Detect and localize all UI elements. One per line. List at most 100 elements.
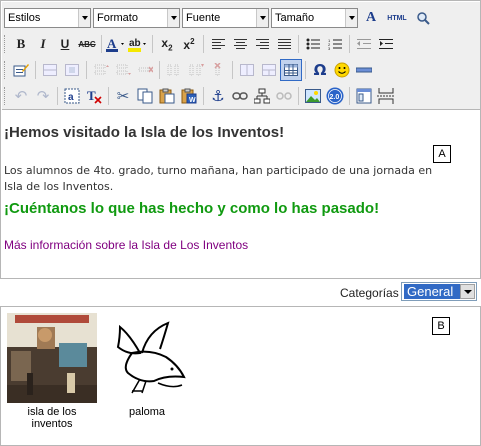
sitemap-icon xyxy=(254,88,270,104)
link-icon xyxy=(232,92,248,100)
italic-icon: I xyxy=(40,36,46,51)
align-left-icon xyxy=(211,39,225,49)
page-break-button[interactable] xyxy=(375,85,397,107)
anchor-icon: ⚓ xyxy=(211,87,225,105)
cut-button[interactable]: ✂ xyxy=(112,85,134,107)
format-combo-label: Formato xyxy=(97,12,138,24)
anchor-button[interactable]: ⚓ xyxy=(207,85,229,107)
gallery-item-paloma[interactable] xyxy=(102,313,192,403)
align-left-button[interactable] xyxy=(207,33,229,55)
row-after-icon xyxy=(116,64,131,75)
italic-button[interactable]: I xyxy=(32,33,54,55)
select-all-icon: a xyxy=(64,88,80,104)
svg-text:T: T xyxy=(87,88,96,103)
gallery-item-isla[interactable] xyxy=(7,313,97,403)
bullet-list-button[interactable] xyxy=(302,33,324,55)
outdent-button[interactable] xyxy=(353,33,375,55)
unlink-button[interactable] xyxy=(273,85,295,107)
insert-image-button[interactable] xyxy=(302,85,324,107)
chevron-down-icon[interactable] xyxy=(460,284,475,299)
row-before-icon xyxy=(94,64,109,75)
delete-row-icon xyxy=(138,66,153,73)
chevron-down-icon xyxy=(167,9,179,27)
delete-row-button[interactable] xyxy=(134,59,156,81)
text-color-icon: A xyxy=(106,36,124,52)
omega-icon: Ω xyxy=(313,61,327,79)
insert-col-after-button[interactable] xyxy=(185,59,207,81)
undo-icon: ↶ xyxy=(14,88,28,105)
align-center-button[interactable] xyxy=(229,33,251,55)
separator xyxy=(108,87,109,105)
redo-button[interactable]: ↷ xyxy=(32,85,54,107)
insert-row-after-button[interactable] xyxy=(112,59,134,81)
svg-text:3: 3 xyxy=(328,46,331,50)
table-icon xyxy=(43,64,57,76)
merge-cells-button[interactable] xyxy=(258,59,280,81)
paste-word-icon: W xyxy=(181,88,197,104)
source-html-button[interactable]: HTML xyxy=(382,7,412,29)
sitemap-button[interactable] xyxy=(251,85,273,107)
edit-form-button[interactable] xyxy=(10,59,32,81)
horizontal-rule-button[interactable] xyxy=(353,59,375,81)
copy-button[interactable] xyxy=(134,85,156,107)
text-color-button[interactable]: A xyxy=(105,33,127,55)
special-char-button[interactable]: Ω xyxy=(309,59,331,81)
col-before-icon xyxy=(167,64,179,76)
size-combo[interactable]: Tamaño xyxy=(271,8,358,28)
museum-interior-image xyxy=(7,313,97,403)
content-paragraph: Los alumnos de 4to. grado, turno mañana,… xyxy=(4,164,433,193)
align-right-button[interactable] xyxy=(251,33,273,55)
html-label: HTML xyxy=(387,14,407,22)
format-combo[interactable]: Formato xyxy=(93,8,180,28)
text-style-button[interactable]: A xyxy=(360,7,382,29)
remove-format-button[interactable]: T xyxy=(83,85,105,107)
emoticon-pack-button[interactable]: 2.0 xyxy=(324,85,346,107)
find-button[interactable] xyxy=(412,7,434,29)
scissors-icon: ✂ xyxy=(116,88,130,105)
justify-icon xyxy=(277,39,291,49)
link-button[interactable] xyxy=(229,85,251,107)
more-info-link[interactable]: Más información sobre la Isla de Los Inv… xyxy=(4,238,248,252)
undo-button[interactable]: ↶ xyxy=(10,85,32,107)
content-heading: ¡Hemos visitado la Isla de los Inventos! xyxy=(4,124,285,141)
chevron-down-icon xyxy=(345,9,357,27)
chevron-down-icon xyxy=(78,9,90,27)
insert-row-before-button[interactable] xyxy=(90,59,112,81)
numbered-list-button[interactable]: 123 xyxy=(324,33,346,55)
category-select[interactable]: General xyxy=(401,282,477,301)
svg-text:W: W xyxy=(189,97,196,104)
align-right-icon xyxy=(255,39,269,49)
indent-button[interactable] xyxy=(375,33,397,55)
paste-word-button[interactable]: W xyxy=(178,85,200,107)
delete-col-button[interactable] xyxy=(207,59,229,81)
paste-button[interactable] xyxy=(156,85,178,107)
insert-table-button[interactable] xyxy=(280,59,302,81)
split-cells-button[interactable] xyxy=(236,59,258,81)
cell-properties-button[interactable] xyxy=(61,59,83,81)
copy-icon xyxy=(137,88,153,104)
justify-button[interactable] xyxy=(273,33,295,55)
styles-combo[interactable]: Estilos xyxy=(4,8,91,28)
emoticon-button[interactable] xyxy=(331,59,353,81)
annotation-tag-b: B xyxy=(432,317,450,335)
toolbar-row-4: ↶ ↷ a T ✂ W ⚓ 2.0 xyxy=(4,84,397,108)
show-blocks-button[interactable] xyxy=(353,85,375,107)
underline-icon: U xyxy=(60,37,70,51)
highlight-color-button[interactable]: ab xyxy=(127,33,149,55)
strike-button[interactable]: ABC xyxy=(76,33,98,55)
select-all-button[interactable]: a xyxy=(61,85,83,107)
horizontal-rule-icon xyxy=(356,67,372,73)
category-label: Categorías xyxy=(340,286,399,300)
subscript-button[interactable]: x2 xyxy=(156,33,178,55)
separator xyxy=(57,87,58,105)
table-properties-button[interactable] xyxy=(39,59,61,81)
underline-button[interactable]: U xyxy=(54,33,76,55)
badge-label: 2.0 xyxy=(330,94,340,101)
rich-text-editor: Estilos Formato Fuente Tamaño A HTML B I… xyxy=(0,0,481,279)
superscript-button[interactable]: x2 xyxy=(178,33,200,55)
insert-col-before-button[interactable] xyxy=(163,59,185,81)
styles-icon: A xyxy=(365,10,377,25)
editor-content-area[interactable]: ¡Hemos visitado la Isla de los Inventos!… xyxy=(2,111,480,278)
bold-button[interactable]: B xyxy=(10,33,32,55)
font-combo[interactable]: Fuente xyxy=(182,8,269,28)
